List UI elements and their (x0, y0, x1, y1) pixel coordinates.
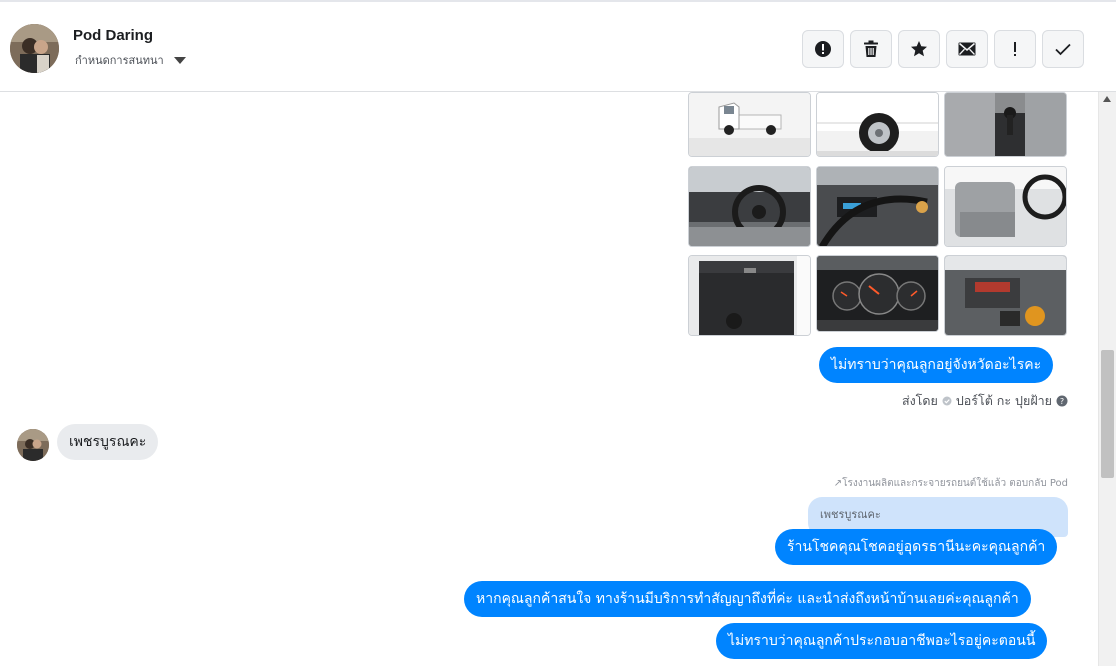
photo-seat-fabric-shifter[interactable] (944, 92, 1067, 157)
mark-done-button[interactable] (1042, 30, 1084, 68)
envelope-icon (958, 42, 976, 56)
outgoing-message-bubble[interactable]: ร้านโชคคุณโชคอยู่อุดรธานีนะคะคุณลูกค้า (775, 529, 1058, 565)
contact-avatar-small[interactable] (17, 429, 49, 461)
incoming-message-bubble[interactable]: เพชรบูรณคะ (57, 424, 159, 460)
star-button[interactable] (898, 30, 940, 68)
photo-interior-seats[interactable] (944, 166, 1067, 247)
assign-conversation-label: กำหนดการสนทนา (75, 54, 164, 67)
alert-circle-icon (815, 41, 831, 57)
photo-truck-side[interactable] (688, 92, 811, 157)
photo-dashboard-steering[interactable] (688, 166, 811, 247)
delete-button[interactable] (850, 30, 892, 68)
reply-arrow-icon: ↗ (833, 478, 843, 489)
messenger-conversation-view: Pod Daring กำหนดการสนทนา ไม่ทราบว่าคุณลู… (0, 0, 1116, 666)
message-text: ไม่ทราบว่าคุณลูกค้าประกอบอาชีพอะไรอยู่คะ… (728, 633, 1036, 649)
contact-name[interactable]: Pod Daring (73, 27, 153, 44)
spam-button[interactable] (802, 30, 844, 68)
quoted-text: เพชรบูรณคะ (820, 508, 881, 521)
sent-by-info: ส่งโดย ปอร์โต้ กะ ปุยฝ้าย ? (902, 391, 1068, 411)
scrollbar[interactable] (1098, 92, 1116, 666)
scrollbar-thumb[interactable] (1101, 350, 1114, 478)
message-text: ร้านโชคคุณโชคอยู่อุดรธานีนะคะคุณลูกค้า (787, 539, 1046, 555)
exclamation-icon (1014, 42, 1016, 56)
photo-instrument-cluster[interactable] (816, 255, 939, 332)
outgoing-message-bubble[interactable]: ไม่ทราบว่าคุณลูกค้าประกอบอาชีพอะไรอยู่คะ… (716, 623, 1048, 659)
contact-avatar[interactable] (10, 24, 59, 73)
svg-text:?: ? (1060, 397, 1064, 406)
caret-down-icon (173, 56, 186, 64)
sent-by-name[interactable]: ปอร์โต้ กะ ปุยฝ้าย (956, 391, 1052, 411)
photo-center-console[interactable] (816, 166, 939, 247)
star-icon (911, 41, 927, 57)
conversation-header: Pod Daring กำหนดการสนทนา (0, 0, 1116, 92)
photo-truck-wheel[interactable] (816, 92, 939, 157)
trash-icon (864, 40, 878, 57)
check-icon (1055, 43, 1071, 56)
photo-engine-bay[interactable] (944, 255, 1067, 336)
outgoing-message-bubble[interactable]: ไม่ทราบว่าคุณลูกอยู่จังหวัดอะไรคะ (819, 347, 1054, 383)
photo-door-panel[interactable] (688, 255, 811, 336)
message-text: หากคุณลูกค้าสนใจ ทางร้านมีบริการทำสัญญาถ… (476, 591, 1019, 607)
reply-context-note: ↗โรงงานผลิตและกระจายรถยนต์ใช้แล้ว ตอบกลั… (834, 476, 1068, 491)
reply-context-text: โรงงานผลิตและกระจายรถยนต์ใช้แล้ว ตอบกลับ… (842, 478, 1068, 489)
mark-unread-button[interactable] (946, 30, 988, 68)
conversation-toolbar (802, 30, 1084, 68)
message-text: เพชรบูรณคะ (69, 434, 147, 450)
scroll-up-arrow-icon[interactable] (1103, 96, 1111, 102)
message-text: ไม่ทราบว่าคุณลูกอยู่จังหวัดอะไรคะ (831, 357, 1042, 373)
follow-up-button[interactable] (994, 30, 1036, 68)
help-circle-icon[interactable]: ? (1056, 395, 1068, 407)
assign-conversation-dropdown[interactable]: กำหนดการสนทนา (75, 51, 186, 69)
sent-by-prefix: ส่งโดย (901, 393, 938, 408)
outgoing-message-bubble[interactable]: หากคุณลูกค้าสนใจ ทางร้านมีบริการทำสัญญาถ… (464, 581, 1031, 617)
verified-check-icon (942, 396, 952, 406)
